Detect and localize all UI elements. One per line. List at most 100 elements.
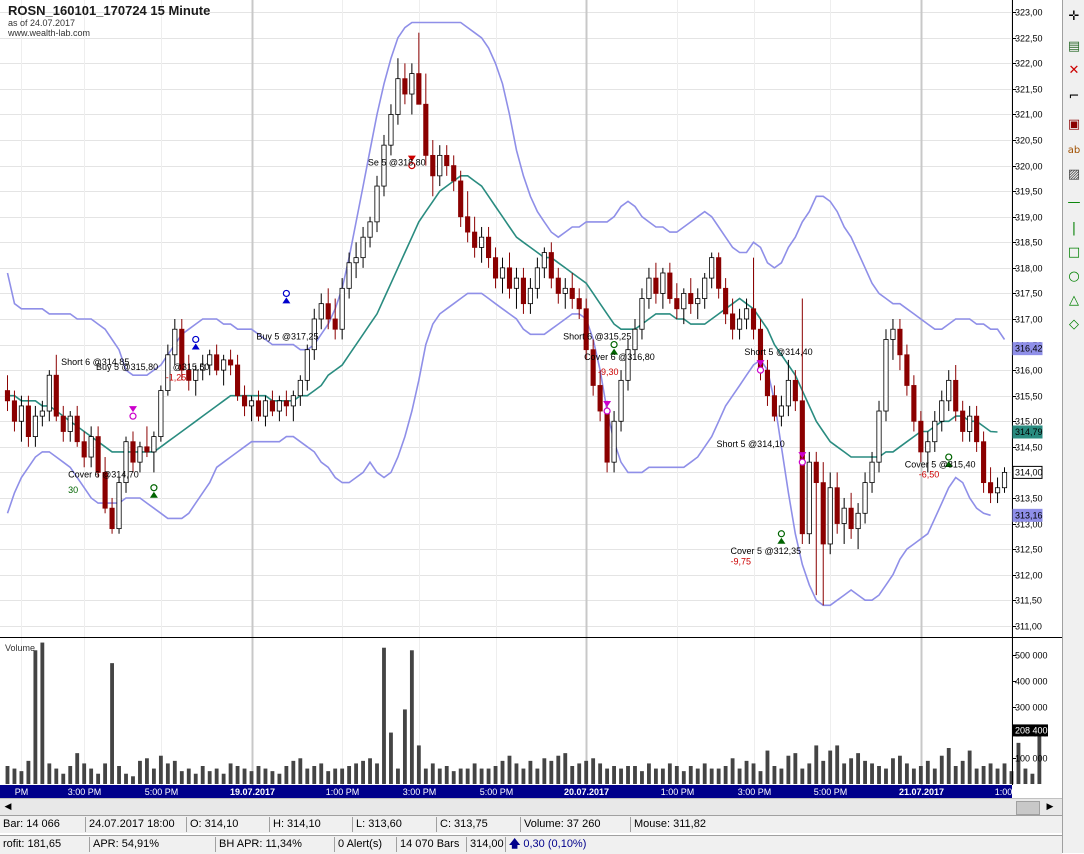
candle-body <box>653 277 659 294</box>
candle-body <box>1001 471 1008 489</box>
volume-bar <box>326 771 331 784</box>
candle-body <box>241 395 248 407</box>
chart-area[interactable]: Short 6 @314,85Cover 6 @314,7030Buy 5 @3… <box>0 0 1062 798</box>
volume-bar <box>681 771 686 784</box>
volume-bar <box>375 763 379 784</box>
volume-bar <box>479 768 484 784</box>
price-tick-label: 318,50 <box>1015 238 1043 248</box>
volume-bar <box>605 768 610 784</box>
volume-bar <box>967 750 972 784</box>
candle-body <box>158 390 164 437</box>
candle-body <box>583 308 589 351</box>
price-pane[interactable] <box>0 0 1012 637</box>
trade-annotation: Short 5 @314,40 <box>744 347 812 357</box>
candle-body <box>304 349 310 381</box>
price-tick-label: 317,00 <box>1015 315 1043 325</box>
candle-body <box>255 400 262 417</box>
status-open: O: 314,10 <box>186 817 272 832</box>
candle-body <box>81 441 87 458</box>
price-tick-label: 313,50 <box>1015 494 1043 504</box>
volume-bar <box>361 760 365 784</box>
time-tick-label: 5:00 PM <box>145 787 179 797</box>
volume-bar <box>5 766 10 784</box>
candle-body <box>269 400 275 412</box>
scroll-left-arrow-icon[interactable]: ◀ <box>0 799 16 815</box>
volume-bar <box>744 760 749 784</box>
ellipse-tool-icon[interactable]: ○ <box>1065 268 1083 286</box>
candle-body <box>597 385 603 412</box>
price-tick-label: 320,00 <box>1015 162 1043 172</box>
volume-bar <box>382 647 386 784</box>
candle-body <box>214 354 220 371</box>
volume-bar <box>270 771 275 784</box>
volume-bar <box>856 753 861 784</box>
status-change: 🡅 0,30 (0,10%) <box>505 837 1066 852</box>
candle-body <box>723 287 729 315</box>
delete-icon[interactable]: ✕ <box>1065 62 1083 80</box>
volume-bar <box>667 763 672 784</box>
crosshair-icon[interactable]: ✛ <box>1065 8 1083 26</box>
time-tick-label: 20.07.2017 <box>564 787 609 797</box>
triangle-tool-icon[interactable]: △ <box>1065 292 1083 310</box>
candle-body <box>639 298 645 330</box>
volume-bar <box>521 768 526 784</box>
volume-bar <box>214 768 219 784</box>
price-tick-label: 311,00 <box>1015 622 1042 632</box>
volume-bar <box>103 763 108 784</box>
time-tick-label: 3:00 PM <box>738 787 772 797</box>
image-tool-icon[interactable]: ▨ <box>1065 166 1083 184</box>
volume-bar <box>807 763 812 784</box>
candle-body <box>116 482 122 530</box>
candle-body <box>88 436 94 458</box>
candle-body <box>262 400 269 417</box>
status-bar-ohlc: Bar: 14 066 24.07.2017 18:00 O: 314,10 H… <box>0 815 1062 833</box>
volume-bar <box>193 773 198 784</box>
up-arrow-icon: 🡅 <box>509 838 521 850</box>
volume-bar <box>828 750 833 784</box>
volume-bar <box>82 763 87 784</box>
price-tick-label: 315,00 <box>1015 417 1043 427</box>
volume-bar <box>702 763 707 784</box>
vertical-line-icon[interactable]: | <box>1065 220 1083 238</box>
candle-body <box>221 359 227 371</box>
candle-body <box>897 328 903 356</box>
price-tick-label: 322,50 <box>1015 34 1043 44</box>
volume-pane-label: Volume <box>5 643 35 653</box>
candle-body <box>486 236 492 259</box>
volume-bar <box>598 763 603 784</box>
volume-bar <box>535 768 540 784</box>
scrollbar-thumb[interactable] <box>1016 801 1040 815</box>
volume-last-badge-label: 208 400 <box>1015 725 1048 735</box>
text-tool-icon[interactable]: ab <box>1065 142 1083 160</box>
book-icon[interactable]: ▤ <box>1065 38 1083 56</box>
volume-bar <box>918 766 923 784</box>
volume-bar <box>389 732 393 784</box>
volume-bar <box>786 755 791 784</box>
candle-body <box>409 73 415 95</box>
scroll-right-arrow-icon[interactable]: ▶ <box>1042 799 1058 815</box>
volume-bar <box>458 768 463 784</box>
pointer-tool-icon[interactable]: ⌐ <box>1065 88 1083 106</box>
horizontal-line-icon[interactable]: — <box>1065 194 1083 212</box>
candle-body <box>681 293 687 310</box>
candle-body <box>667 272 673 299</box>
candle-body <box>632 328 638 351</box>
diamond-tool-icon[interactable]: ◇ <box>1065 316 1083 334</box>
volume-bar <box>584 760 589 784</box>
candle-body <box>95 436 101 473</box>
candle-body <box>820 482 826 545</box>
volume-bar <box>354 763 359 784</box>
volume-bar <box>165 763 170 784</box>
volume-bar <box>249 771 254 784</box>
candle-body <box>716 257 722 289</box>
candle-body <box>743 308 750 320</box>
buy-fill-marker <box>282 289 290 298</box>
time-tick-label: 5:00 PM <box>480 787 514 797</box>
horizontal-scrollbar[interactable]: ◀ ▶ <box>0 798 1062 815</box>
candle-body <box>465 216 471 233</box>
candle-body <box>67 415 73 432</box>
status-alerts: 0 Alert(s) <box>334 837 399 852</box>
candle-body <box>74 415 80 443</box>
rectangle-tool-icon[interactable]: □ <box>1065 244 1083 262</box>
note-icon[interactable]: ▣ <box>1065 116 1083 134</box>
